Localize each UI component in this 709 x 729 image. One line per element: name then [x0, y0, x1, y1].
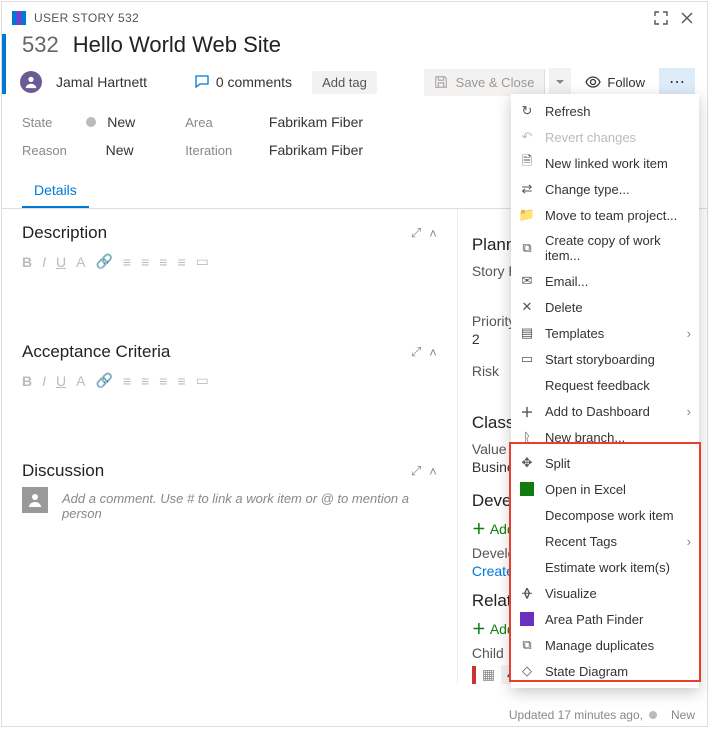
follow-button[interactable]: Follow — [575, 70, 655, 94]
add-tag-button[interactable]: Add tag — [312, 71, 377, 94]
menu-split[interactable]: ✥Split — [511, 450, 699, 476]
menu-refresh[interactable]: ↻Refresh — [511, 98, 699, 124]
work-item-type-label: USER STORY 532 — [34, 11, 139, 25]
menu-create-copy[interactable]: ⧉Create copy of work item... — [511, 228, 699, 268]
description-heading: Description — [22, 223, 411, 243]
state-label: State — [22, 115, 82, 130]
assignee-name[interactable]: Jamal Hartnett — [56, 74, 147, 90]
menu-dashboard[interactable]: ＋Add to Dashboard› — [511, 398, 699, 424]
save-dropdown-icon[interactable] — [549, 68, 571, 96]
menu-decompose[interactable]: ·Decompose work item — [511, 502, 699, 528]
close-icon[interactable] — [677, 8, 697, 28]
work-item-type-icon — [12, 11, 26, 25]
color-bar — [2, 34, 6, 94]
comments-count[interactable]: 0 comments — [194, 74, 292, 90]
rich-text-toolbar[interactable]: B I U A 🔗 ≡ ≡ ≡ ≡ ▭ — [22, 249, 437, 276]
avatar[interactable] — [20, 71, 42, 93]
menu-recent-tags[interactable]: ·Recent Tags› — [511, 528, 699, 554]
collapse-icon[interactable]: ˄ — [429, 464, 437, 479]
reason-value[interactable]: New — [106, 142, 134, 158]
menu-delete[interactable]: ✕Delete — [511, 294, 699, 320]
work-item-title[interactable]: Hello World Web Site — [73, 32, 281, 58]
acceptance-editor[interactable] — [22, 395, 437, 435]
menu-area-path[interactable]: Area Path Finder — [511, 606, 699, 632]
fullscreen-section-icon[interactable]: ⤢ — [411, 225, 421, 241]
description-editor[interactable] — [22, 276, 437, 316]
current-user-avatar — [22, 487, 48, 513]
reason-label: Reason — [22, 143, 82, 158]
acceptance-heading: Acceptance Criteria — [22, 342, 411, 362]
fullscreen-icon[interactable] — [651, 8, 671, 28]
menu-new-linked[interactable]: 🗎New linked work item — [511, 150, 699, 176]
actions-menu: ↻Refresh ↶Revert changes 🗎New linked wor… — [511, 94, 699, 688]
discussion-input[interactable]: Add a comment. Use # to link a work item… — [58, 487, 437, 525]
save-close-button: Save & Close — [424, 69, 546, 96]
tab-details[interactable]: Details — [22, 174, 89, 208]
iteration-label: Iteration — [185, 143, 245, 158]
area-label: Area — [185, 115, 245, 130]
fullscreen-section-icon[interactable]: ⤢ — [411, 344, 421, 360]
menu-email[interactable]: ✉Email... — [511, 268, 699, 294]
menu-excel[interactable]: Open in Excel — [511, 476, 699, 502]
state-dot-icon — [86, 117, 96, 127]
more-actions-button[interactable]: ⋯ — [659, 68, 695, 96]
collapse-icon[interactable]: ˄ — [429, 345, 437, 360]
collapse-icon[interactable]: ˄ — [429, 226, 437, 241]
area-value[interactable]: Fabrikam Fiber — [269, 114, 363, 130]
menu-duplicates[interactable]: ⧉Manage duplicates — [511, 632, 699, 658]
child-color-icon — [472, 666, 476, 684]
menu-new-branch[interactable]: ᚱNew branch... — [511, 424, 699, 450]
menu-visualize[interactable]: ᚖVisualize — [511, 580, 699, 606]
menu-state-diagram[interactable]: ◇State Diagram — [511, 658, 699, 684]
menu-feedback[interactable]: ·Request feedback — [511, 372, 699, 398]
menu-estimate[interactable]: ·Estimate work item(s) — [511, 554, 699, 580]
menu-templates[interactable]: ▤Templates› — [511, 320, 699, 346]
iteration-value[interactable]: Fabrikam Fiber — [269, 142, 363, 158]
rich-text-toolbar[interactable]: B I U A 🔗 ≡ ≡ ≡ ≡ ▭ — [22, 368, 437, 395]
fullscreen-section-icon[interactable]: ⤢ — [411, 463, 421, 479]
menu-move-team[interactable]: 📁Move to team project... — [511, 202, 699, 228]
footer-status: Updated 17 minutes ago, New — [509, 708, 695, 722]
discussion-heading: Discussion — [22, 461, 411, 481]
menu-storyboard[interactable]: ▭Start storyboarding — [511, 346, 699, 372]
state-value[interactable]: New — [107, 114, 135, 130]
work-item-id: 532 — [22, 32, 59, 58]
menu-revert[interactable]: ↶Revert changes — [511, 124, 699, 150]
menu-change-type[interactable]: ⇄Change type... — [511, 176, 699, 202]
